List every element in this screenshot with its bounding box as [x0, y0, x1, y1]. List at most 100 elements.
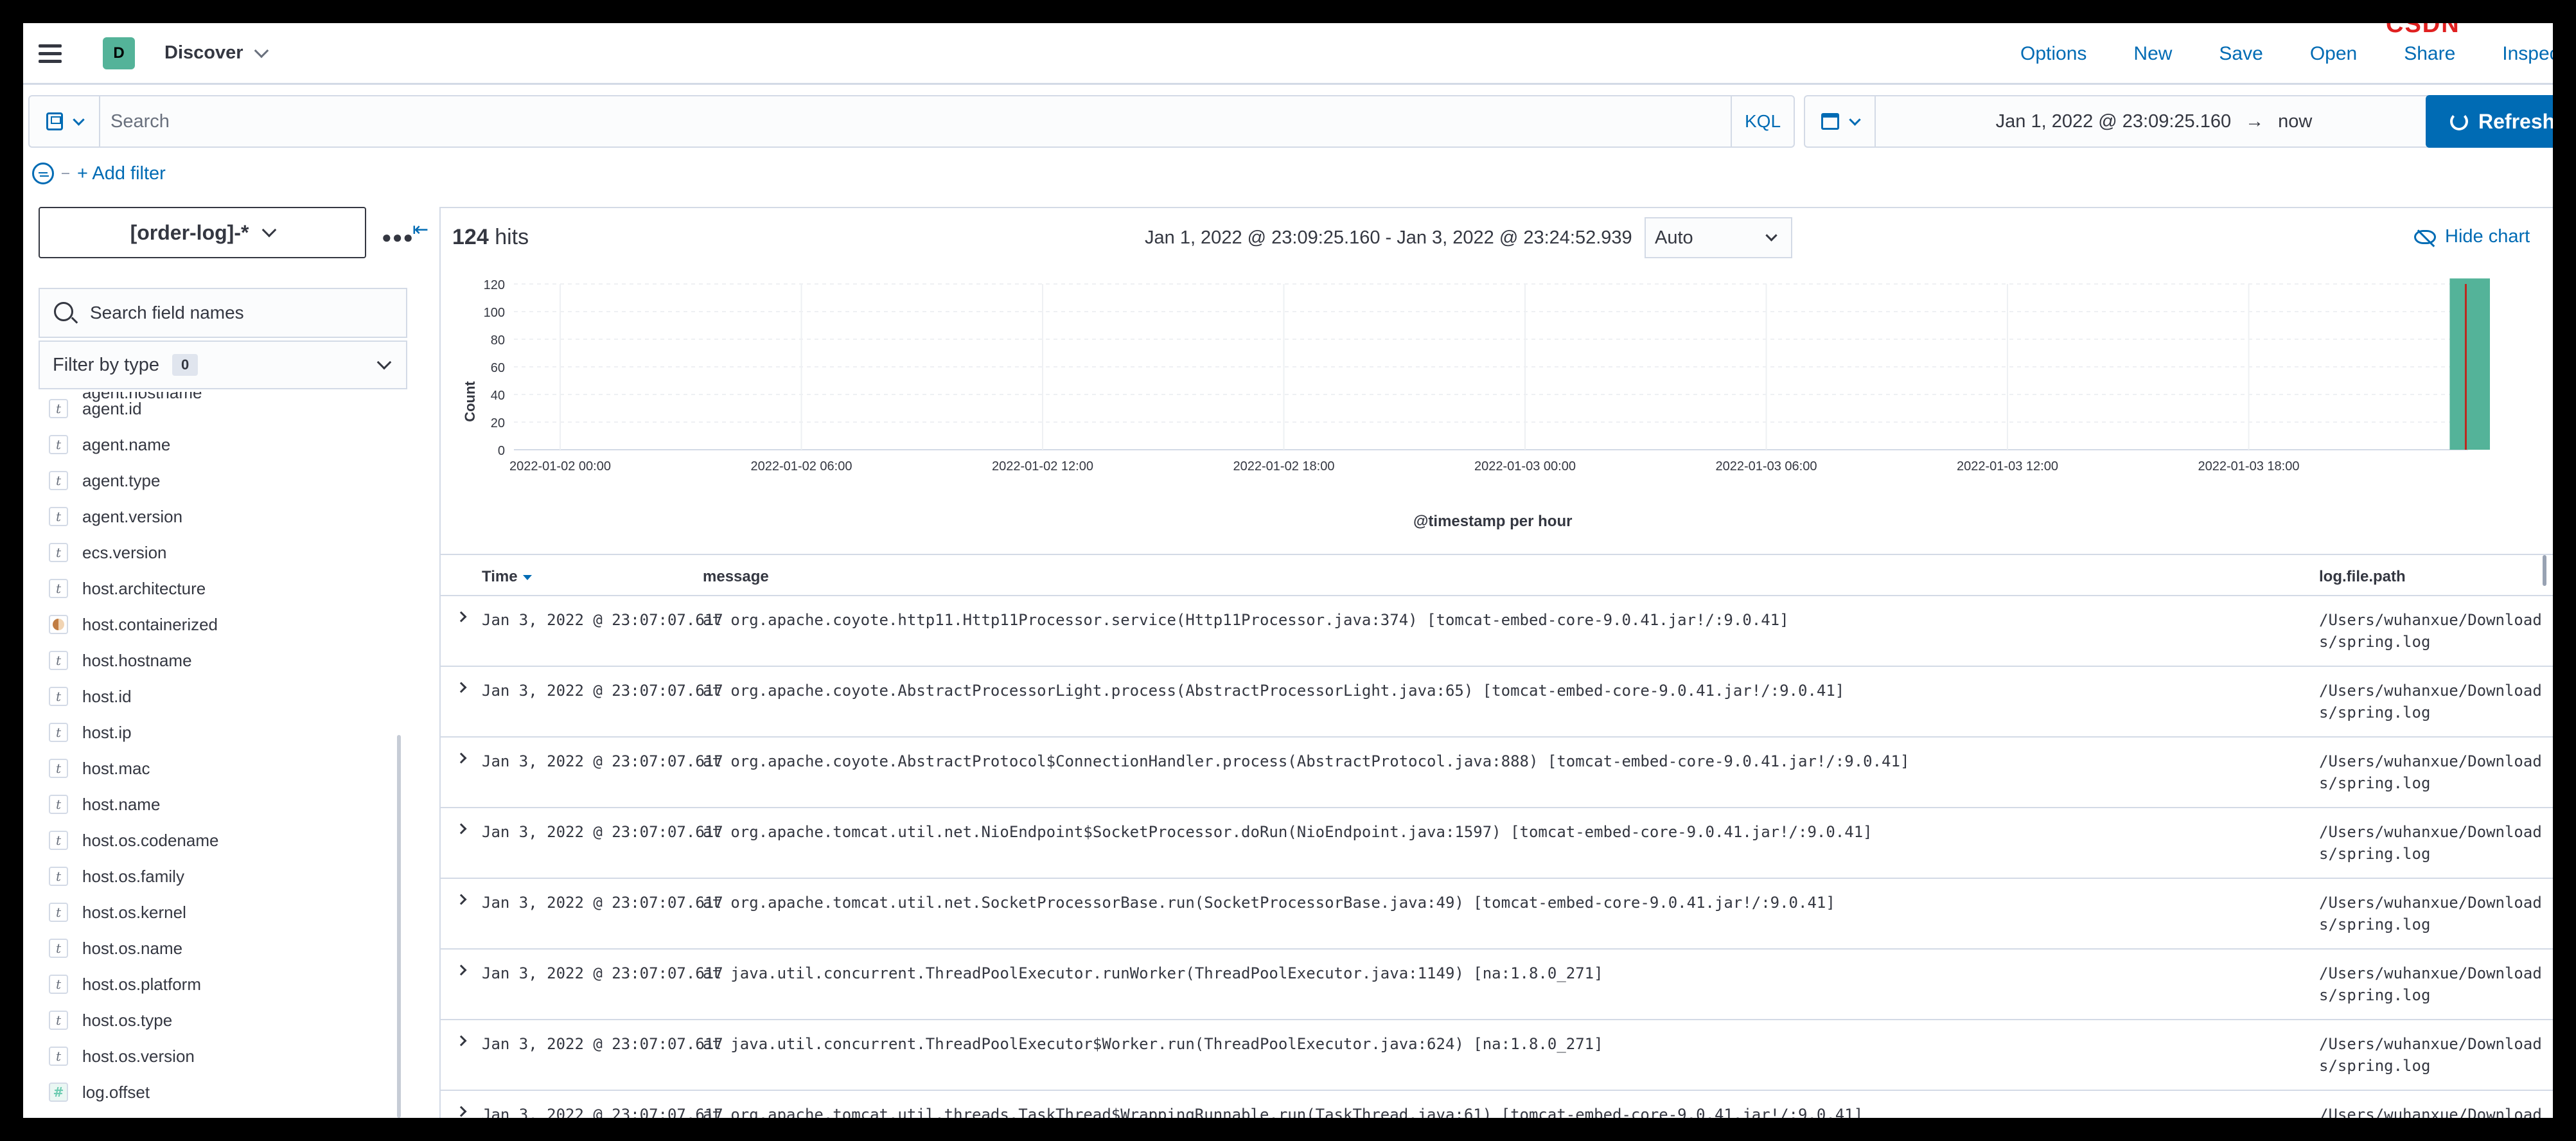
table-row[interactable]: Jan 3, 2022 @ 23:07:07.617 at org.apache.… [441, 1091, 2553, 1118]
expand-row-icon[interactable] [455, 611, 467, 623]
date-range-picker[interactable]: Jan 1, 2022 @ 23:09:25.160 → now [1875, 95, 2433, 148]
field-item[interactable]: t ecs.version [49, 540, 167, 565]
results-panel: 124 hits Jan 1, 2022 @ 23:09:25.160 - Ja… [439, 207, 2553, 1118]
quick-date-button[interactable] [1804, 95, 1875, 148]
sort-descending-icon[interactable] [522, 574, 532, 580]
cell-time: Jan 3, 2022 @ 23:07:07.617 [482, 1106, 723, 1118]
filter-options-icon[interactable] [32, 163, 54, 184]
string-type-icon: t [49, 435, 68, 454]
cell-message: at org.apache.coyote.AbstractProtocol$Co… [703, 752, 1910, 770]
field-item[interactable]: t host.os.codename [49, 827, 218, 853]
saved-query-button[interactable] [28, 95, 99, 148]
field-item[interactable]: t agent.version [49, 504, 182, 529]
expand-row-icon[interactable] [455, 752, 467, 764]
table-row[interactable]: Jan 3, 2022 @ 23:07:07.617 at org.apache.… [441, 596, 2553, 667]
space-avatar[interactable]: D [103, 37, 135, 69]
cell-log-file-path: /Users/wuhanxue/Download [2319, 1035, 2542, 1053]
table-row[interactable]: Jan 3, 2022 @ 23:07:07.617 at org.apache.… [441, 808, 2553, 879]
string-type-icon: t [49, 795, 68, 814]
date-end[interactable]: now [2278, 111, 2312, 132]
field-item[interactable]: t host.os.type [49, 1007, 172, 1033]
field-item[interactable]: t agent.id [49, 396, 142, 421]
y-tick-label: 40 [491, 389, 505, 403]
field-item[interactable]: t host.os.platform [49, 971, 201, 997]
histogram-bar[interactable] [2449, 278, 2490, 450]
search-input[interactable]: Search [99, 95, 1731, 148]
open-link[interactable]: Open [2310, 43, 2357, 65]
table-row[interactable]: Jan 3, 2022 @ 23:07:07.617 at java.util.c… [441, 1020, 2553, 1091]
field-item[interactable]: t host.hostname [49, 648, 192, 673]
field-item[interactable]: t host.os.family [49, 863, 184, 889]
field-search-input[interactable]: Search field names [39, 288, 407, 338]
field-item[interactable]: t host.architecture [49, 576, 206, 601]
field-name: host.id [82, 686, 132, 706]
expand-row-icon[interactable] [455, 1035, 467, 1047]
field-item[interactable]: # log.offset [49, 1079, 150, 1105]
chevron-down-icon[interactable] [254, 43, 269, 58]
field-item[interactable]: t host.mac [49, 756, 150, 781]
save-link[interactable]: Save [2219, 43, 2263, 65]
field-item[interactable]: t agent.name [49, 432, 170, 457]
column-header-time[interactable]: Time [482, 568, 532, 586]
field-item[interactable]: t host.name [49, 792, 160, 817]
field-item[interactable]: t host.os.kernel [49, 899, 186, 925]
cell-message: at org.apache.tomcat.util.net.NioEndpoin… [703, 823, 1873, 841]
string-type-icon: t [49, 759, 68, 778]
table-row[interactable]: Jan 3, 2022 @ 23:07:07.617 at org.apache.… [441, 879, 2553, 950]
sidebar-scrollbar[interactable] [397, 735, 401, 1118]
new-link[interactable]: New [2133, 43, 2172, 65]
expand-row-icon[interactable] [455, 682, 467, 693]
expand-row-icon[interactable] [455, 823, 467, 835]
cell-time: Jan 3, 2022 @ 23:07:07.617 [482, 1035, 723, 1053]
table-row[interactable]: Jan 3, 2022 @ 23:07:07.617 at java.util.c… [441, 950, 2553, 1020]
more-options-icon[interactable]: ●●● [382, 227, 414, 247]
column-header-message[interactable]: message [703, 568, 769, 586]
field-item[interactable]: t host.ip [49, 720, 132, 745]
collapse-sidebar-icon[interactable]: ⇤ [412, 218, 428, 241]
field-item[interactable]: t host.id [49, 684, 132, 709]
filter-bar: + Add filter [32, 159, 166, 188]
field-item[interactable]: t agent.type [49, 468, 160, 493]
field-name: host.hostname [82, 650, 192, 670]
cell-message: at org.apache.tomcat.util.threads.TaskTh… [703, 1106, 1864, 1118]
field-item[interactable]: host.containerized [49, 612, 218, 637]
x-tick-label: 2022-01-03 00:00 [1474, 459, 1576, 473]
refresh-icon [2450, 112, 2468, 130]
column-header-log-file-path[interactable]: log.file.path [2319, 568, 2406, 586]
field-name: agent.type [82, 470, 161, 490]
chevron-down-icon [376, 355, 392, 370]
expand-row-icon[interactable] [455, 964, 467, 976]
share-link[interactable]: Share [2404, 43, 2455, 65]
discover-app: D Discover Options New Save Open Share I… [23, 23, 2553, 1118]
app-title[interactable]: Discover [164, 42, 243, 64]
cell-message: at org.apache.coyote.http11.Http11Proces… [703, 611, 1789, 629]
field-item[interactable]: t host.os.name [49, 935, 182, 961]
field-name: host.ip [82, 722, 132, 742]
cell-log-file-path: /Users/wuhanxue/Download [2319, 1106, 2542, 1118]
table-row[interactable]: Jan 3, 2022 @ 23:07:07.617 at org.apache.… [441, 738, 2553, 808]
options-link[interactable]: Options [2020, 43, 2086, 65]
add-filter-button[interactable]: + Add filter [77, 163, 166, 184]
table-scrollbar[interactable] [2543, 555, 2546, 586]
cell-time: Jan 3, 2022 @ 23:07:07.617 [482, 611, 723, 629]
expand-row-icon[interactable] [455, 1106, 467, 1117]
filter-by-type-label: Filter by type [53, 354, 159, 375]
interval-select[interactable]: Auto [1645, 217, 1792, 258]
table-row[interactable]: Jan 3, 2022 @ 23:07:07.617 at org.apache.… [441, 667, 2553, 738]
cell-message: at org.apache.coyote.AbstractProcessorLi… [703, 682, 1845, 700]
expand-row-icon[interactable] [455, 894, 467, 905]
hide-chart-button[interactable]: Hide chart [2414, 226, 2530, 247]
field-item[interactable]: t host.os.version [49, 1043, 195, 1069]
index-pattern-selector[interactable]: [order-log]-* [39, 207, 366, 258]
field-name: agent.id [82, 398, 142, 418]
string-type-icon: t [49, 903, 68, 922]
index-pattern-label: [order-log]-* [130, 220, 249, 244]
refresh-button[interactable]: Refresh [2426, 95, 2553, 148]
date-start[interactable]: Jan 1, 2022 @ 23:09:25.160 [1996, 111, 2231, 132]
kql-language-button[interactable]: KQL [1731, 95, 1795, 148]
filter-by-type-button[interactable]: Filter by type 0 [39, 341, 407, 389]
interval-value: Auto [1655, 227, 1693, 248]
string-type-icon: t [49, 579, 68, 598]
menu-icon[interactable] [39, 44, 62, 63]
inspect-link[interactable]: Inspect [2502, 43, 2553, 65]
